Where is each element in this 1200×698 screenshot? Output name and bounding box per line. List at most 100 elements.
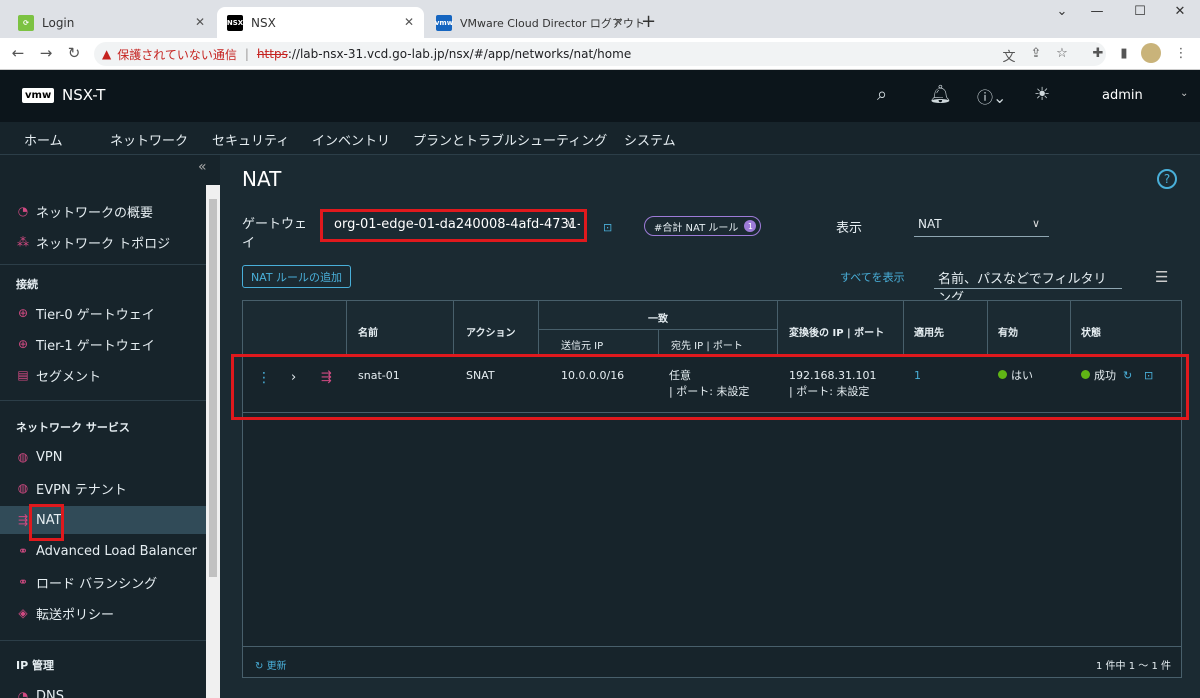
tab-strip: ⟳ Login ✕ NSX NSX ✕ vmw VMware Cloud Dir… [0,0,1200,38]
total-nat-rules-badge: #合計 NAT ルール 1 [644,216,762,236]
section-connect: 接続 [16,278,38,291]
warning-icon: ▲ [102,47,112,61]
col-status[interactable]: 状態 [1081,324,1101,339]
nav-home[interactable]: ホーム [24,130,63,149]
tab-title: NSX [251,15,276,30]
col-translated[interactable]: 変換後の IP | ポート [789,324,884,339]
gateway-label: ゲートウェイ [242,217,308,251]
sidebar: « ◔ ネットワークの概要 ⁂ ネットワーク トポロジ 接続 ⊕ Tier-0 ゲート… [0,155,220,698]
segment-icon: ▤ [17,368,29,382]
sidebar-item-vpn[interactable]: ◍ VPN [16,443,206,471]
page-title: NAT [242,167,282,191]
forward-icon: ◈ [18,606,28,620]
filter-icon[interactable]: ☰ [1155,268,1168,286]
filter-input[interactable]: 名前、パスなどでフィルタリング [934,265,1122,306]
star-icon[interactable]: ☆ [1053,46,1071,61]
avatar[interactable] [1141,43,1161,63]
load-balancer-icon: ⚭ [17,544,29,558]
sidebar-item-forwarding-policy[interactable]: ◈ 転送ポリシー [16,599,206,627]
gauge-icon: ◔ [17,204,29,218]
share-icon[interactable]: ⇪ [1027,46,1045,61]
col-destination[interactable]: 宛先 IP | ポート [671,337,743,352]
translate-icon[interactable]: 文 [1000,46,1018,65]
vmware-favicon-icon: vmw [435,14,453,31]
user-menu[interactable]: admin [1102,88,1143,103]
col-source-ip[interactable]: 送信元 IP [561,337,603,352]
evpn-icon: ◍ [17,481,29,495]
view-label: 表示 [836,221,863,236]
router-icon: ⊕ [17,306,29,320]
load-balancer-icon: ⚭ [17,575,29,589]
chevron-down-icon[interactable]: ⌄ [1180,88,1188,99]
nsx-favicon-icon: NSX [227,14,243,31]
chevron-down-icon[interactable]: ∨ [1032,217,1040,230]
refresh-button[interactable]: ↻ 更新 [255,657,287,672]
back-icon[interactable]: ← [8,44,28,62]
reload-icon[interactable]: ↻ [64,44,84,62]
router-icon: ⊕ [17,337,29,351]
col-enabled[interactable]: 有効 [998,324,1018,339]
nav-system[interactable]: システム [624,130,676,149]
close-icon[interactable]: ✕ [193,15,207,29]
section-network-services: ネットワーク サービス [16,421,130,434]
sidebar-item-alb[interactable]: ⚭ Advanced Load Balancer [16,537,206,565]
forward-icon[interactable]: → [36,44,56,62]
browser-tab-vcd[interactable]: vmw VMware Cloud Director ログアウト ✕ [426,7,645,38]
col-match: 一致 [648,314,668,325]
nav-inventory[interactable]: インベントリ [312,130,390,149]
new-tab-icon[interactable]: + [641,11,656,32]
nav-plan-troubleshoot[interactable]: プランとトラブルシューティング [413,130,607,149]
sidebar-item-load-balancing[interactable]: ⚭ ロード バランシング [16,568,206,596]
help-menu-icon[interactable]: ⓘ⌄ [977,84,1006,108]
search-icon[interactable]: ⌕ [877,84,887,105]
col-applied-to[interactable]: 適用先 [914,324,944,339]
show-all-link[interactable]: すべてを表示 [840,269,905,285]
nat-icon: ⇶ [17,513,29,527]
maximize-icon[interactable]: ☐ [1125,4,1155,19]
url-bar: ← → ↻ ▲ 保護されていない通信 | https ://lab-nsx-31… [0,38,1200,70]
close-icon[interactable]: ✕ [402,15,416,29]
chevron-down-icon[interactable]: ⌄ [1047,4,1077,19]
sidebar-item-tier0[interactable]: ⊕ Tier-0 ゲートウェイ [16,299,206,327]
nav-security[interactable]: セキュリティ [212,130,289,149]
minimize-icon[interactable]: — [1082,4,1112,19]
product-name: NSX-T [62,86,106,104]
vmware-logo: vmw [22,88,55,103]
login-favicon-icon: ⟳ [18,14,34,31]
close-icon[interactable]: ✕ [611,15,625,29]
sidebar-item-dns[interactable]: ◔ DNS [16,682,206,698]
window-close-icon[interactable]: ✕ [1165,4,1195,19]
col-name[interactable]: 名前 [358,324,378,339]
sidebar-item-network-topology[interactable]: ⁂ ネットワーク トポロジ [16,228,206,256]
view-select[interactable]: NAT [914,213,1049,237]
nav-networking[interactable]: ネットワーク [110,130,189,158]
badge-count: 1 [744,220,757,232]
sidepanel-icon[interactable]: ▮ [1115,46,1133,61]
theme-sun-icon[interactable]: ☀ [1034,84,1050,105]
extensions-icon[interactable]: ✚ [1089,46,1107,61]
highlight-nat-row [231,354,1189,420]
sidebar-item-network-overview[interactable]: ◔ ネットワークの概要 [16,197,206,225]
browser-chrome: ⟳ Login ✕ NSX NSX ✕ vmw VMware Cloud Dir… [0,0,1200,70]
security-label[interactable]: 保護されていない通信 [117,46,237,63]
browser-tab-nsx[interactable]: NSX NSX ✕ [217,7,424,38]
highlight-gateway-select [320,209,587,242]
menu-icon[interactable]: ⋮ [1172,46,1190,61]
url-path: ://lab-nsx-31.vcd.go-lab.jp/nsx/#/app/ne… [287,47,632,61]
sidebar-item-evpn[interactable]: ◍ EVPN テナント [16,474,206,502]
sidebar-item-segments[interactable]: ▤ セグメント [16,361,206,389]
col-action[interactable]: アクション [466,324,516,339]
sidebar-item-tier1[interactable]: ⊕ Tier-1 ゲートウェイ [16,330,206,358]
sidebar-scrollbar[interactable] [206,185,220,698]
tab-title: Login [42,15,75,30]
add-nat-rule-button[interactable]: NAT ルールの追加 [242,265,351,288]
browser-tab-login[interactable]: ⟳ Login ✕ [8,7,215,38]
chart-icon[interactable]: ⊡ [603,221,612,234]
vpn-icon: ◍ [17,450,29,464]
collapse-icon[interactable]: « [198,159,207,175]
scrollbar-thumb[interactable] [209,199,217,577]
address-input[interactable]: ▲ 保護されていない通信 | https ://lab-nsx-31.vcd.g… [94,42,1106,66]
separator: | [244,47,249,61]
bell-icon[interactable]: 🔔︎ [929,84,952,105]
help-icon[interactable]: ? [1157,169,1177,189]
